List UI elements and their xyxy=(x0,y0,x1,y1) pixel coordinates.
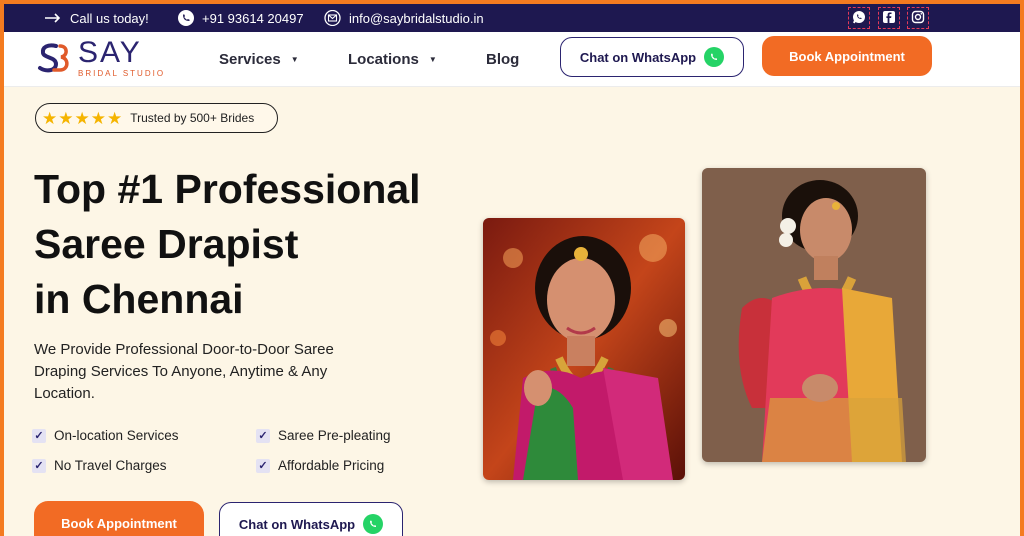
headline-line-1: Top #1 Professional xyxy=(34,166,421,212)
mail-icon xyxy=(324,10,341,26)
nav-item-services[interactable]: Services ▼ xyxy=(219,32,299,86)
nav-book-appointment-button[interactable]: Book Appointment xyxy=(762,36,932,76)
nav-item-label: Blog xyxy=(486,50,520,68)
whatsapp-icon xyxy=(363,514,384,534)
nav-item-label: Locations xyxy=(348,50,419,68)
check-icon: ✓ xyxy=(32,428,46,443)
caret-down-icon: ▼ xyxy=(428,54,437,64)
facebook-icon xyxy=(882,10,896,27)
phone-link[interactable]: +91 93614 20497 xyxy=(178,4,304,32)
phone-number: +91 93614 20497 xyxy=(202,10,304,26)
star-icon: ★ xyxy=(42,108,58,128)
book-label: Book Appointment xyxy=(789,48,905,64)
check-icon: ✓ xyxy=(32,458,46,473)
page-frame: Call us today! +91 93614 20497 info@sayb… xyxy=(4,4,1020,536)
whatsapp-icon xyxy=(704,47,725,67)
headline-line-2: Saree Drapist xyxy=(34,221,299,267)
nav-item-label: Services xyxy=(219,50,281,68)
feature-label: On-location Services xyxy=(54,428,179,443)
facebook-social-link[interactable] xyxy=(878,7,900,29)
hero-whatsapp-button[interactable]: Chat on WhatsApp xyxy=(219,502,403,536)
arrow-right-icon xyxy=(44,13,62,23)
top-bar: Call us today! +91 93614 20497 info@sayb… xyxy=(4,4,1020,32)
call-us-label: Call us today! xyxy=(70,10,149,26)
instagram-social-link[interactable] xyxy=(907,7,929,29)
star-icon: ★ xyxy=(58,108,74,128)
headline-line-3: in Chennai xyxy=(34,276,244,322)
whatsapp-social-link[interactable] xyxy=(848,7,870,29)
feature-item: ✓ On-location Services xyxy=(32,428,179,443)
check-icon: ✓ xyxy=(256,428,270,443)
star-icon: ★ xyxy=(107,108,123,128)
email-address: info@saybridalstudio.in xyxy=(349,10,484,26)
whatsapp-label: Chat on WhatsApp xyxy=(579,49,697,65)
main-navigation: SAY BRIDAL STUDIO Services ▼ Locations ▼… xyxy=(4,32,1020,87)
nav-item-locations[interactable]: Locations ▼ xyxy=(348,32,437,86)
brand-logo[interactable]: SAY BRIDAL STUDIO xyxy=(34,35,166,78)
nav-item-blog[interactable]: Blog xyxy=(486,32,519,86)
bride-photo-right xyxy=(702,168,926,462)
hero-headline: Top #1 Professional Saree Drapist in Che… xyxy=(34,162,464,327)
nav-whatsapp-button[interactable]: Chat on WhatsApp xyxy=(560,37,744,77)
star-icon: ★ xyxy=(74,108,90,128)
bride-photo-left xyxy=(483,218,685,480)
brand-subtitle: BRIDAL STUDIO xyxy=(78,68,166,78)
instagram-icon xyxy=(911,10,925,27)
hero-book-appointment-button[interactable]: Book Appointment xyxy=(34,501,204,536)
trust-badge: ★ ★ ★ ★ ★ Trusted by 500+ Brides xyxy=(35,103,278,133)
logo-mark-icon xyxy=(38,43,69,73)
book-label: Book Appointment xyxy=(61,515,177,531)
star-icon: ★ xyxy=(90,108,106,128)
feature-label: Saree Pre-pleating xyxy=(278,428,391,443)
feature-item: ✓ No Travel Charges xyxy=(32,458,167,473)
feature-item: ✓ Saree Pre-pleating xyxy=(256,428,391,443)
feature-item: ✓ Affordable Pricing xyxy=(256,458,384,473)
feature-label: No Travel Charges xyxy=(54,458,167,473)
trust-badge-label: Trusted by 500+ Brides xyxy=(130,111,255,125)
email-link[interactable]: info@saybridalstudio.in xyxy=(324,4,484,32)
feature-label: Affordable Pricing xyxy=(278,458,385,473)
caret-down-icon: ▼ xyxy=(290,54,299,64)
brand-name: SAY xyxy=(78,35,142,69)
whatsapp-label: Chat on WhatsApp xyxy=(238,516,356,532)
whatsapp-icon xyxy=(852,10,866,27)
rating-stars: ★ ★ ★ ★ ★ xyxy=(42,110,122,127)
call-us-link[interactable]: Call us today! xyxy=(44,4,149,32)
hero-description: We Provide Professional Door-to-Door Sar… xyxy=(34,341,334,402)
phone-icon xyxy=(178,10,194,26)
check-icon: ✓ xyxy=(256,458,270,473)
